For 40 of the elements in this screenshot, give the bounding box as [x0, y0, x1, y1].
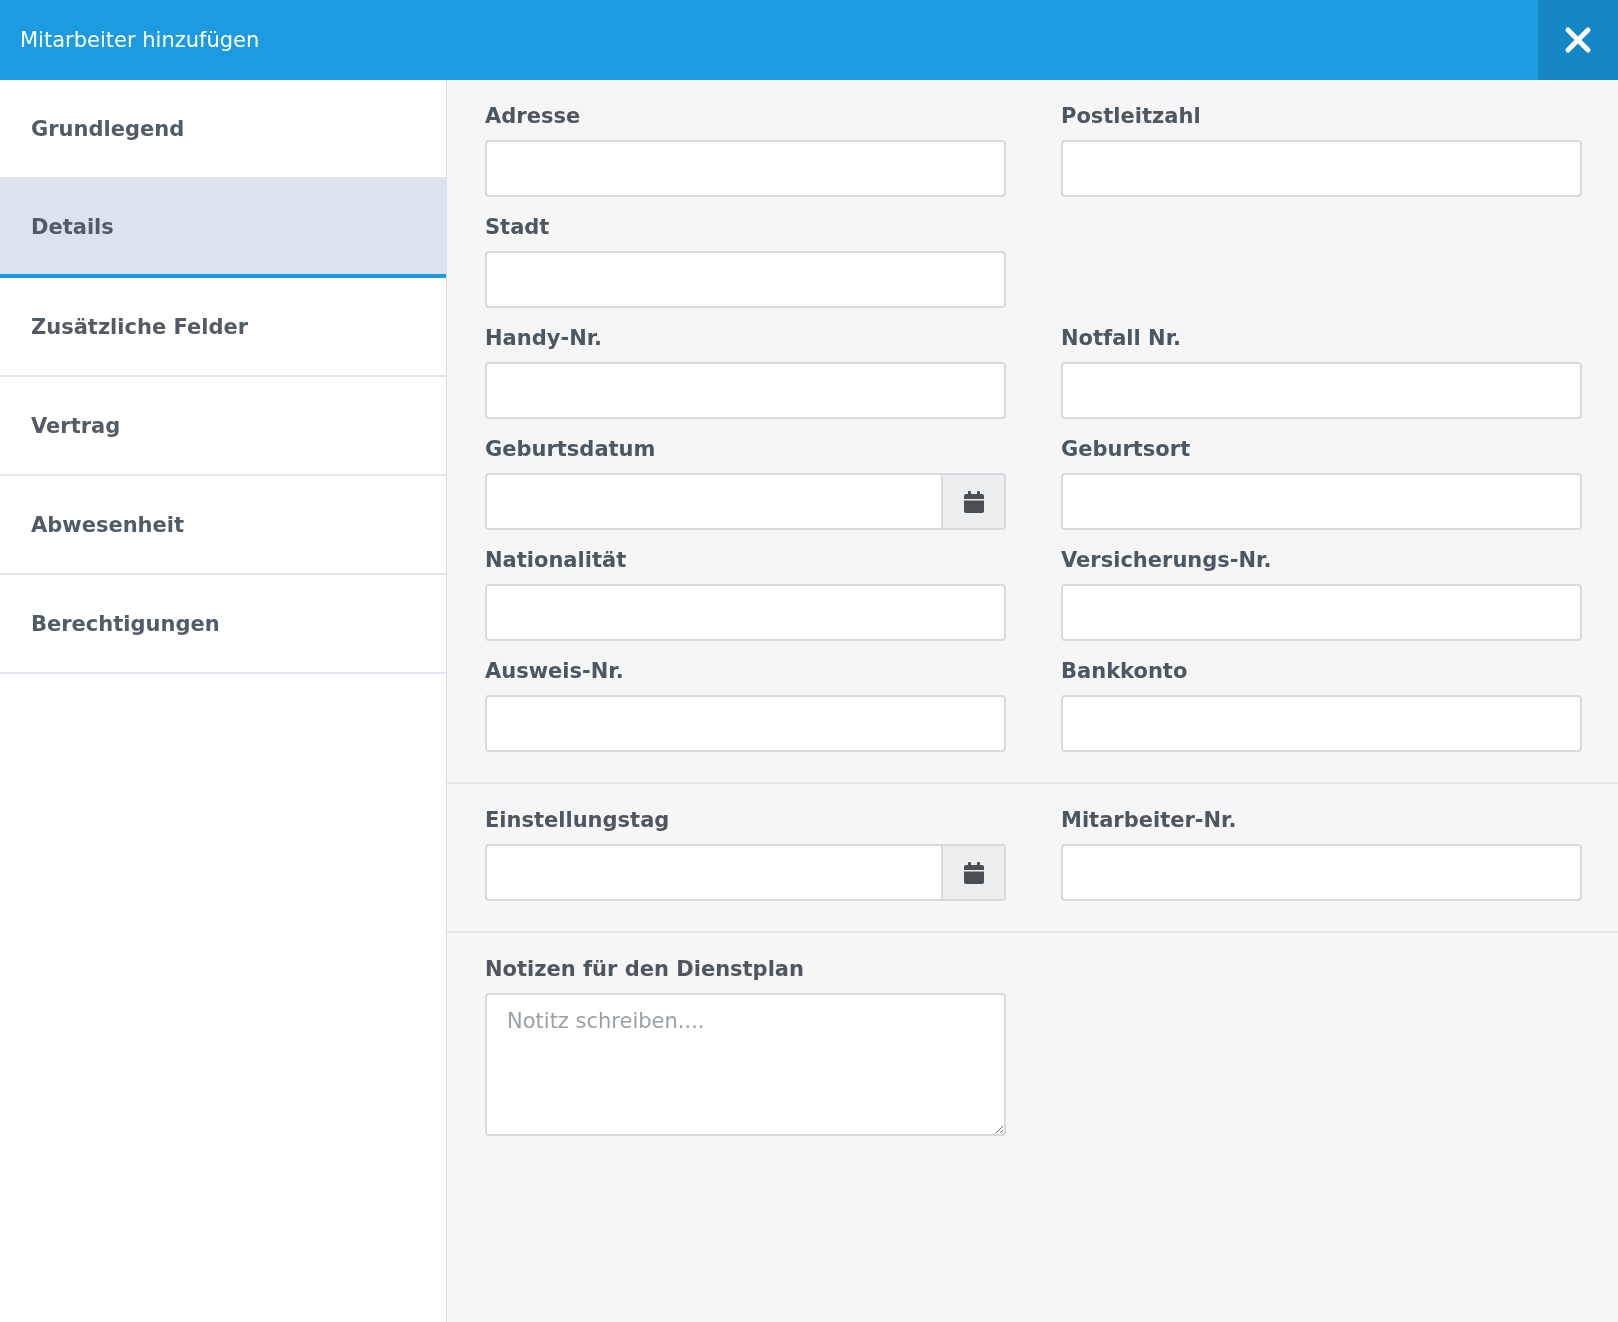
input-field[interactable]: [485, 695, 1006, 752]
notes-field[interactable]: Notitz schreiben....: [485, 993, 1006, 1136]
sidebar-item[interactable]: Vertrag: [0, 377, 446, 476]
calendar-icon: [962, 860, 985, 885]
field-label: Mitarbeiter-Nr.: [1061, 808, 1238, 832]
field-label: Notfall Nr.: [1061, 326, 1182, 350]
calendar-button[interactable]: [941, 475, 1004, 528]
input-field[interactable]: [1061, 473, 1582, 530]
calendar-button[interactable]: [941, 846, 1004, 899]
calendar-icon: [962, 489, 985, 514]
sidebar-item[interactable]: Berechtigungen: [0, 575, 446, 674]
sidebar-item[interactable]: Abwesenheit: [0, 476, 446, 575]
field-label: Ausweis-Nr.: [485, 659, 625, 683]
field-label: Stadt: [485, 215, 551, 239]
field-label: Geburtsort: [1061, 437, 1192, 461]
input-field[interactable]: [1061, 140, 1582, 197]
input-field[interactable]: [485, 251, 1006, 308]
field-label: Einstellungstag: [485, 808, 671, 832]
input-field[interactable]: [1061, 695, 1582, 752]
sidebar-item[interactable]: Details: [0, 179, 446, 278]
field-label: Bankkonto: [1061, 659, 1189, 683]
field-label: Adresse: [485, 104, 582, 128]
field-label: Nationalität: [485, 548, 628, 572]
field-label: Geburtsdatum: [485, 437, 657, 461]
sidebar-item[interactable]: Zusätzliche Felder: [0, 278, 446, 377]
input-field[interactable]: [485, 584, 1006, 641]
field-label: Versicherungs-Nr.: [1061, 548, 1273, 572]
date-field[interactable]: [485, 844, 1006, 901]
field-label: Notizen für den Dienstplan: [485, 957, 805, 981]
input-field[interactable]: [1061, 844, 1582, 901]
input-field[interactable]: [485, 140, 1006, 197]
input-field[interactable]: [1061, 362, 1582, 419]
input-field[interactable]: [485, 362, 1006, 419]
window-title: Mitarbeiter hinzufügen: [19, 28, 260, 52]
field-label: Postleitzahl: [1061, 104, 1202, 128]
close-button[interactable]: [1538, 0, 1618, 80]
date-field[interactable]: [485, 473, 1006, 530]
input-field[interactable]: [1061, 584, 1582, 641]
close-icon: [1564, 26, 1592, 54]
field-label: Handy-Nr.: [485, 326, 604, 350]
